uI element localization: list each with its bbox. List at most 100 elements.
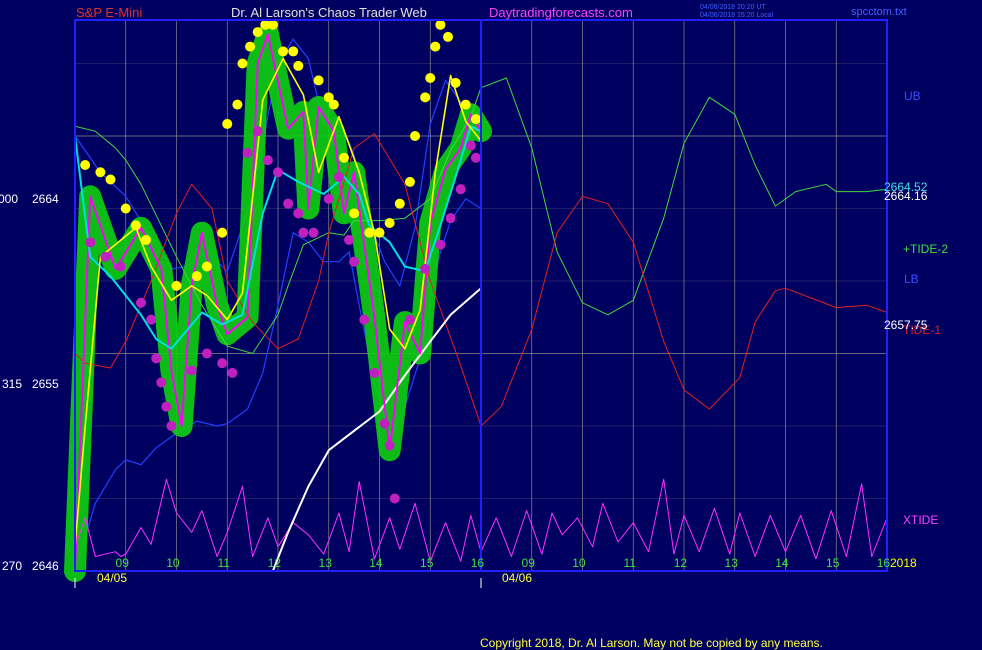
low-marker-35	[465, 140, 476, 151]
high-marker-20	[313, 75, 324, 86]
low-marker-13	[242, 147, 253, 158]
low-marker-36	[470, 152, 481, 163]
low-marker-27	[379, 418, 390, 429]
high-marker-27	[384, 218, 395, 228]
high-marker-16	[267, 19, 278, 30]
timestamp-local: 04/06/2018 15:20 Local	[700, 12, 774, 19]
high-marker-12	[237, 58, 248, 69]
low-marker-12	[227, 367, 238, 378]
symbol-label: S&P E-Mini	[76, 5, 142, 20]
low-marker-3	[135, 297, 146, 308]
high-marker-30	[410, 131, 421, 141]
x-tick-label-3: 12	[268, 556, 282, 570]
high-marker-5	[141, 234, 152, 245]
high-marker-11	[232, 99, 243, 110]
low-marker-20	[308, 227, 319, 238]
x-tick-label-12: 13	[725, 556, 739, 570]
low-marker-10	[201, 348, 212, 359]
low-marker-1	[100, 251, 111, 262]
y-tick-left-2664: 000	[0, 192, 18, 206]
x-tick-label-2: 11	[217, 556, 230, 570]
y-tick-left-2655: 315	[2, 377, 22, 391]
copyright: Copyright 2018, Dr. Al Larson. May not b…	[480, 636, 823, 650]
low-marker-21	[323, 193, 334, 204]
high-marker-8	[201, 261, 212, 272]
high-marker-0	[80, 160, 91, 170]
price-label-b: 2664.16	[884, 189, 928, 203]
high-marker-28	[394, 198, 405, 209]
low-marker-25	[359, 314, 370, 325]
high-marker-24	[349, 208, 360, 219]
tide2-label: +TIDE-2	[903, 242, 948, 256]
x-tick-label-11: 12	[674, 556, 688, 570]
high-marker-37	[460, 99, 471, 110]
y-tick-2655: 2655	[32, 377, 59, 391]
chart-canvas: S&P E-Mini Dr. Al Larson's Chaos Trader …	[0, 4, 948, 650]
x-tick-label-14: 15	[826, 556, 840, 570]
low-marker-34	[455, 184, 466, 195]
low-marker-26	[369, 367, 380, 378]
timestamp-ut: 04/06/2018 20:20 UT	[700, 4, 766, 11]
x-tick-label-8: 09	[522, 556, 536, 570]
high-marker-26	[374, 227, 385, 238]
x-tick-label-6: 15	[420, 556, 434, 570]
low-marker-15	[262, 155, 273, 166]
low-marker-16	[273, 167, 283, 178]
date-label-2: 04/06	[502, 571, 532, 585]
x-tick-label-15: 16	[877, 556, 891, 570]
low-marker-17	[283, 198, 294, 209]
ub-label: UB	[904, 89, 921, 103]
low-marker-5	[151, 353, 162, 364]
high-marker-32	[425, 73, 436, 83]
y-tick-left-2646: 270	[2, 559, 22, 573]
file-name: spcctom.txt	[851, 6, 907, 18]
site-url[interactable]: Daytradingforecasts.com	[489, 5, 633, 20]
year-label: 2018	[890, 556, 917, 570]
low-marker-14	[252, 126, 263, 137]
high-marker-2	[105, 174, 116, 185]
high-marker-19	[293, 60, 304, 71]
site-title: Dr. Al Larson's Chaos Trader Web	[231, 5, 427, 20]
high-marker-34	[435, 19, 446, 30]
low-marker-0	[85, 237, 96, 248]
high-marker-22	[328, 99, 339, 110]
x-axis-ticks: 09 10 11 12 13 14 15 16 09 10 11 12 13 14 15 16	[116, 556, 891, 570]
y-tick-2664: 2664	[32, 192, 59, 206]
high-marker-18	[288, 46, 299, 57]
high-marker-25	[364, 227, 375, 238]
low-marker-8	[166, 421, 177, 431]
low-marker-24	[349, 256, 360, 267]
price-label-c: 2657.75	[884, 318, 928, 332]
x-tick-label-1: 10	[166, 556, 180, 570]
high-marker-7	[191, 271, 202, 282]
high-marker-36	[450, 77, 461, 88]
high-marker-14	[252, 27, 263, 38]
low-marker-11	[217, 358, 228, 369]
low-marker-29	[389, 493, 400, 504]
xtide-label: XTIDE	[903, 513, 938, 527]
high-marker-1	[95, 167, 106, 178]
high-marker-9	[217, 227, 228, 238]
low-marker-32	[435, 239, 446, 250]
high-marker-29	[404, 176, 415, 187]
high-marker-13	[245, 41, 256, 52]
high-marker-31	[420, 92, 431, 103]
high-marker-6	[171, 280, 182, 291]
x-tick-label-7: 16	[471, 556, 485, 570]
low-marker-6	[156, 377, 167, 388]
low-marker-28	[384, 440, 395, 451]
low-marker-22	[333, 172, 344, 183]
x-tick-label-0: 09	[116, 556, 130, 570]
low-marker-9	[186, 365, 197, 376]
low-marker-18	[293, 208, 304, 219]
low-marker-31	[420, 263, 431, 274]
low-marker-23	[344, 234, 355, 245]
low-marker-33	[445, 213, 456, 224]
high-marker-35	[443, 31, 454, 42]
low-marker-30	[404, 314, 415, 325]
lb-label: LB	[904, 272, 919, 286]
high-marker-10	[222, 118, 233, 129]
x-tick-label-13: 14	[775, 556, 789, 570]
low-marker-7	[161, 401, 172, 412]
high-marker-3	[120, 203, 131, 214]
